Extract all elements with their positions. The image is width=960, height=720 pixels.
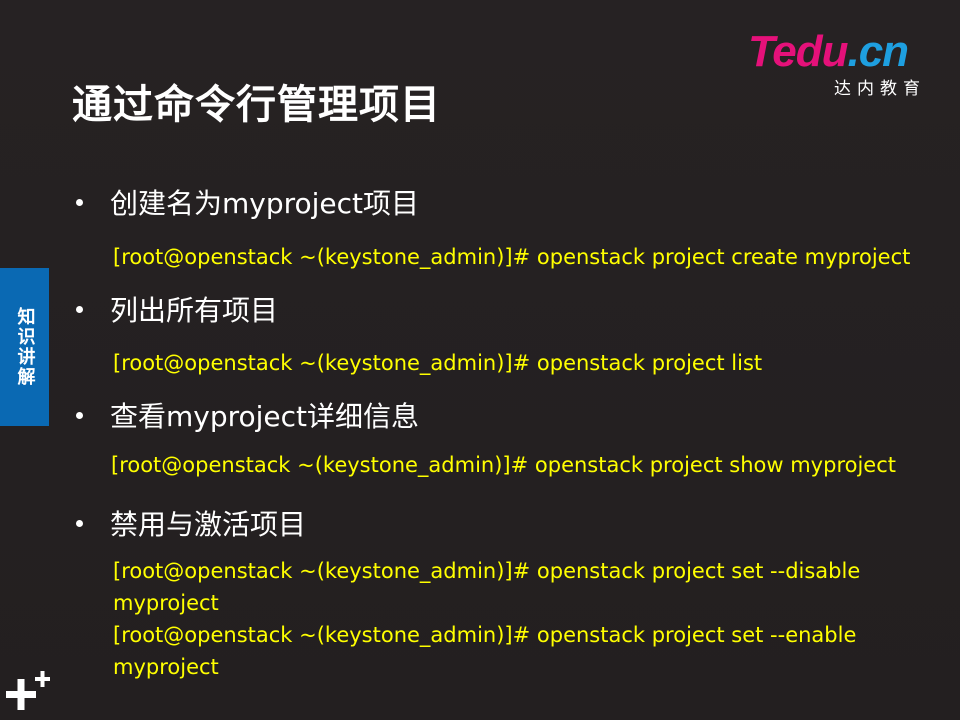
command-line: [root@openstack ~(keystone_admin)]# open… xyxy=(113,623,857,647)
bullet-text: 创建名为myproject项目 xyxy=(110,187,420,220)
command-line: [root@openstack ~(keystone_admin)]# open… xyxy=(111,453,896,477)
bullet-item: 禁用与激活项目 xyxy=(76,503,306,543)
plus-plus-icon xyxy=(6,671,50,710)
command-line: myproject xyxy=(113,655,219,679)
bullet-item: 查看myproject详细信息 xyxy=(76,395,419,435)
bullet-item: 创建名为myproject项目 xyxy=(76,182,419,222)
bullet-dot-icon xyxy=(76,519,83,527)
bullet-dot-icon xyxy=(76,198,83,206)
bullet-text: 禁用与激活项目 xyxy=(110,508,307,541)
bullet-text: 查看myproject详细信息 xyxy=(110,400,420,433)
command-line: [root@openstack ~(keystone_admin)]# open… xyxy=(113,559,861,583)
command-line: [root@openstack ~(keystone_admin)]# open… xyxy=(113,245,911,269)
slide: 通过命令行管理项目 Tedu.cn 达内教育 知识讲解 创建名为myprojec… xyxy=(0,0,960,720)
bullet-dot-icon xyxy=(76,411,83,419)
command-line: [root@openstack ~(keystone_admin)]# open… xyxy=(113,351,763,375)
bullet-item: 列出所有项目 xyxy=(76,289,278,329)
content-list: 创建名为myproject项目 [root@openstack ~(keysto… xyxy=(0,0,960,720)
command-line: myproject xyxy=(113,591,219,615)
bullet-text: 列出所有项目 xyxy=(110,294,279,327)
bullet-dot-icon xyxy=(76,305,83,313)
